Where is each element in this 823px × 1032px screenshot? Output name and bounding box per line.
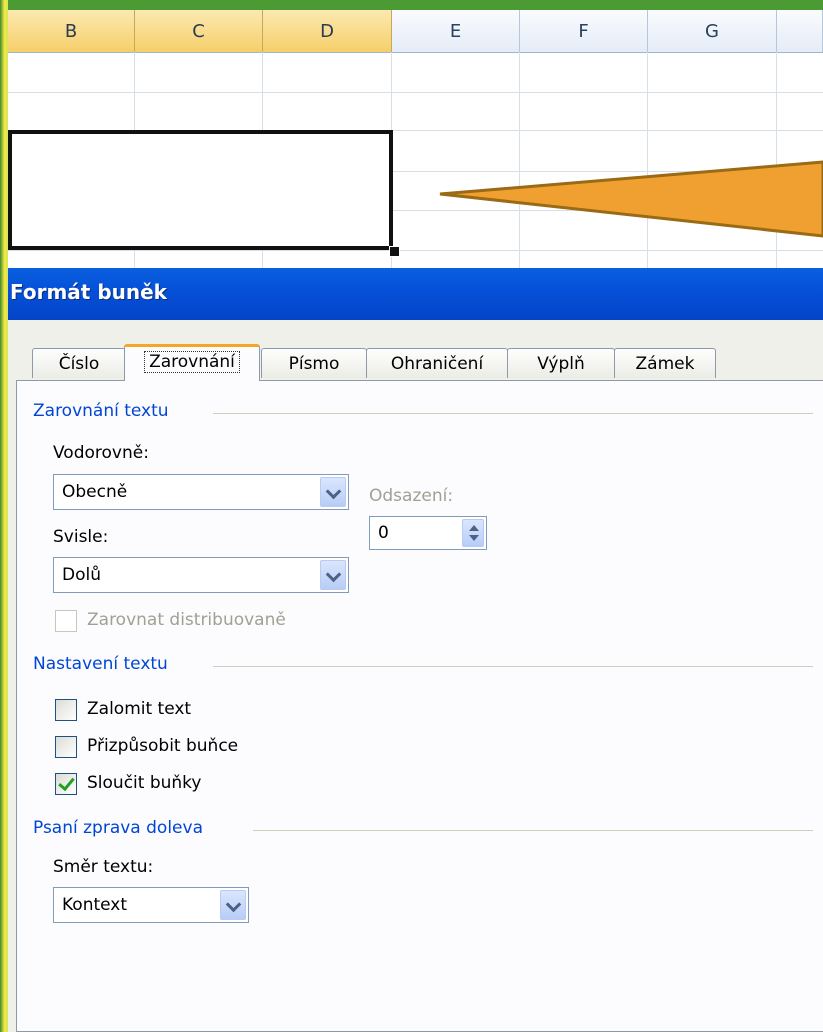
tab-fill[interactable]: Výplň: [507, 348, 615, 378]
chevron-down-icon[interactable]: [220, 890, 246, 920]
wrap-text-label: Zalomit text: [87, 699, 192, 719]
horizontal-select[interactable]: Obecně: [53, 474, 349, 510]
window-frame-top: [0, 0, 823, 10]
callout-arrow: [439, 160, 823, 238]
alignment-panel: Zarovnání textu Vodorovně: Obecně Odsaze…: [16, 380, 823, 1032]
group-divider: [253, 830, 813, 831]
indent-spinner[interactable]: 0: [369, 516, 487, 550]
arrow-down-icon[interactable]: [469, 535, 479, 541]
format-cells-dialog: Formát buněk Číslo Zarovnání Písmo Ohran…: [8, 268, 823, 1032]
wrap-text-checkbox[interactable]: [55, 699, 77, 721]
dialog-title-bar[interactable]: Formát buněk: [8, 268, 823, 320]
shrink-to-fit-label: Přizpůsobit buňce: [87, 736, 239, 756]
tab-font[interactable]: Písmo: [261, 348, 367, 378]
text-control-heading: Nastavení textu: [33, 654, 168, 674]
distributed-label: Zarovnat distribuovaně: [87, 610, 286, 630]
shrink-to-fit-checkbox[interactable]: [55, 736, 77, 758]
merge-cells-checkbox[interactable]: [55, 773, 77, 795]
vertical-select[interactable]: Dolů: [53, 557, 349, 593]
tab-protection[interactable]: Zámek: [614, 348, 716, 378]
chevron-down-icon[interactable]: [320, 560, 346, 590]
tab-alignment[interactable]: Zarovnání: [124, 344, 260, 381]
spreadsheet-area: B C D E F G: [8, 10, 823, 268]
vertical-label: Svisle:: [53, 527, 109, 547]
tab-border[interactable]: Ohraničení: [366, 348, 508, 378]
group-divider: [213, 666, 813, 667]
arrow-up-icon[interactable]: [469, 525, 479, 531]
indent-label: Odsazení:: [369, 486, 454, 506]
window-frame-left: [0, 0, 8, 1032]
merge-cells-label: Sloučit buňky: [87, 773, 202, 793]
right-to-left-heading: Psaní zprava doleva: [33, 818, 203, 838]
text-direction-label: Směr textu:: [53, 857, 154, 877]
spinner-buttons[interactable]: [462, 519, 484, 547]
horizontal-label: Vodorovně:: [53, 443, 149, 463]
dialog-title: Formát buněk: [10, 280, 167, 304]
text-alignment-heading: Zarovnání textu: [33, 401, 169, 421]
tab-number[interactable]: Číslo: [32, 348, 126, 378]
distributed-checkbox[interactable]: [55, 610, 77, 632]
checkmark-icon: [58, 773, 75, 792]
text-direction-select[interactable]: Kontext: [53, 887, 249, 923]
group-divider: [213, 413, 813, 414]
chevron-down-icon[interactable]: [320, 477, 346, 507]
